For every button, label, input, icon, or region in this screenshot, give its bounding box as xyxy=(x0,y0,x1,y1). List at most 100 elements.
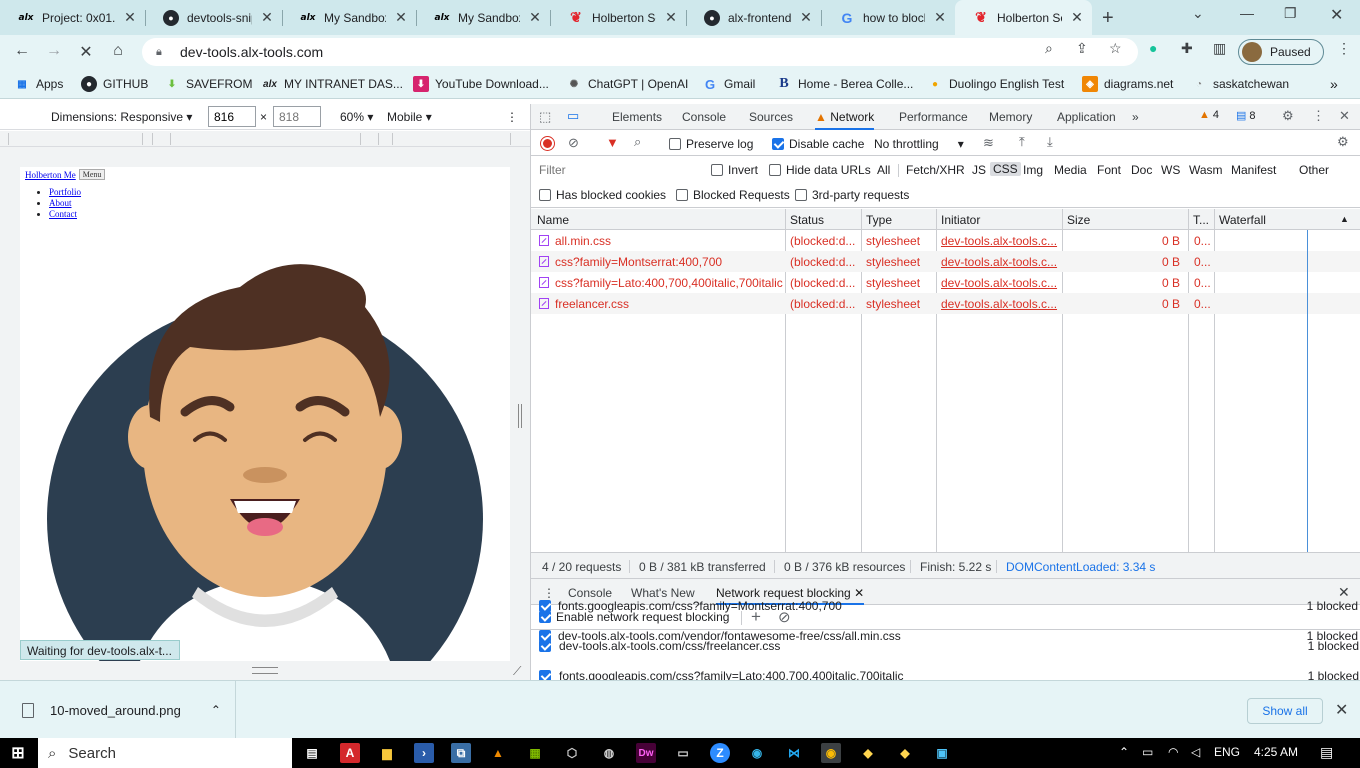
bookmark-saskatchewan[interactable]: ◔ saskatchewan xyxy=(1191,76,1289,92)
blocked-requests-checkbox[interactable]: Blocked Requests xyxy=(676,188,790,202)
battery-icon[interactable]: ▭ xyxy=(1142,745,1153,759)
column-time[interactable]: T... xyxy=(1193,213,1209,227)
browser-tab[interactable]: alx Project: 0x01. ✕ xyxy=(0,0,145,35)
powershell-icon[interactable]: › xyxy=(414,743,434,763)
vscode-icon[interactable]: ⋈ xyxy=(784,743,804,763)
remote-desktop-icon[interactable]: ⧉ xyxy=(451,743,471,763)
filter-type-all[interactable]: All xyxy=(877,163,890,177)
request-initiator-link[interactable]: dev-tools.alx-tools.c... xyxy=(941,276,1061,290)
home-icon[interactable]: ⌂ xyxy=(108,42,128,60)
column-name[interactable]: Name xyxy=(537,213,569,227)
profile-button[interactable]: Paused xyxy=(1238,39,1324,65)
share-icon[interactable]: ⇪ xyxy=(1076,40,1088,57)
tab-elements[interactable]: Elements xyxy=(612,110,662,124)
devtools-menu-icon[interactable]: ⋮ xyxy=(1312,108,1325,124)
table-row[interactable]: css?family=Lato:400,700,400italic,700ita… xyxy=(531,272,1360,293)
tab-search-chevron-icon[interactable]: ⌄ xyxy=(1192,5,1204,22)
bookmark-diagrams[interactable]: ◈ diagrams.net xyxy=(1082,76,1173,92)
import-har-icon[interactable]: ⤒ xyxy=(1019,134,1025,150)
filter-icon[interactable]: ▼ xyxy=(606,135,619,150)
bookmark-youtube-downloader[interactable]: ⬇ YouTube Download... xyxy=(413,76,549,92)
more-tabs-icon[interactable]: » xyxy=(1132,110,1139,124)
nav-link-portfolio[interactable]: Portfolio xyxy=(49,187,81,197)
nav-link-about[interactable]: About xyxy=(49,198,72,208)
hide-data-urls-checkbox[interactable]: Hide data URLs xyxy=(769,163,871,177)
search-icon[interactable]: ⌕ xyxy=(1045,40,1053,57)
show-hidden-icons-icon[interactable]: ⌃ xyxy=(1119,745,1129,759)
inspect-element-icon[interactable]: ⬚ xyxy=(539,109,551,125)
filter-type-js[interactable]: JS xyxy=(972,163,986,177)
stop-loading-button[interactable]: ✕ xyxy=(76,42,96,62)
filter-type-fetch-xhr[interactable]: Fetch/XHR xyxy=(906,163,965,177)
forward-button[interactable]: → xyxy=(44,42,64,60)
virtualbox-icon[interactable]: ⬡ xyxy=(562,743,582,763)
close-tab-icon[interactable]: ✕ xyxy=(799,9,813,26)
checkbox[interactable] xyxy=(772,138,784,150)
table-row[interactable]: freelancer.css (blocked:d... stylesheet … xyxy=(531,293,1360,314)
grammarly-icon[interactable]: ● xyxy=(1149,40,1157,56)
bookmark-duolingo[interactable]: ● Duolingo English Test xyxy=(927,76,1064,92)
vlc-icon[interactable]: ▲ xyxy=(488,743,508,763)
tab-sources[interactable]: Sources xyxy=(749,110,793,124)
close-tab-icon[interactable]: ✕ xyxy=(260,9,274,26)
filter-type-font[interactable]: Font xyxy=(1097,163,1121,177)
close-tab-icon[interactable]: ✕ xyxy=(933,9,947,26)
record-button[interactable] xyxy=(541,137,554,150)
filter-type-manifest[interactable]: Manifest xyxy=(1231,163,1276,177)
zoom-icon[interactable]: Z xyxy=(710,743,730,763)
task-view-icon[interactable]: ▤ xyxy=(302,743,322,763)
git-bash-icon[interactable]: ◆ xyxy=(895,743,915,763)
viewport-side-resize-handle[interactable] xyxy=(518,404,522,428)
column-type[interactable]: Type xyxy=(866,213,892,227)
bookmark-github[interactable]: ● GITHUB xyxy=(81,76,148,92)
request-initiator-link[interactable]: dev-tools.alx-tools.c... xyxy=(941,297,1061,311)
table-row[interactable]: css?family=Montserrat:400,700 (blocked:d… xyxy=(531,251,1360,272)
browser-menu-icon[interactable]: ⋮ xyxy=(1337,40,1351,57)
new-tab-button[interactable]: + xyxy=(1102,7,1114,30)
edge-icon[interactable]: ◉ xyxy=(747,743,767,763)
show-all-downloads-button[interactable]: Show all xyxy=(1247,698,1323,724)
volume-icon[interactable]: ◁ xyxy=(1191,745,1200,759)
close-window-button[interactable]: ✕ xyxy=(1330,5,1343,25)
settings-app-icon[interactable]: ◍ xyxy=(599,743,619,763)
system-clock[interactable]: 4:25 AM xyxy=(1254,745,1298,759)
blocked-pattern-row[interactable]: fonts.googleapis.com/css?family=Montserr… xyxy=(530,591,1360,621)
tab-memory[interactable]: Memory xyxy=(989,110,1032,124)
bookmark-gmail[interactable]: G Gmail xyxy=(702,76,755,92)
restore-window-button[interactable]: ❐ xyxy=(1284,5,1297,22)
settings-gear-icon[interactable]: ⚙ xyxy=(1282,108,1294,124)
browser-tab-active[interactable]: ❦ Holberton Sc ✕ xyxy=(955,0,1092,35)
device-height-input[interactable] xyxy=(273,106,321,127)
clear-icon[interactable]: ⊘ xyxy=(568,135,579,151)
download-item[interactable]: 10-moved_around.png ⌃ xyxy=(0,681,236,739)
invert-checkbox[interactable]: Invert xyxy=(711,163,758,177)
bookmark-intranet[interactable]: alx MY INTRANET DAS... xyxy=(262,76,403,92)
back-button[interactable]: ← xyxy=(12,42,32,60)
close-tab-icon[interactable]: ✕ xyxy=(1070,9,1084,26)
messages-badge[interactable]: ▤ 8 xyxy=(1236,109,1256,123)
device-width-input[interactable] xyxy=(208,106,256,127)
viewport-corner-resize-handle[interactable]: ⟋ xyxy=(513,664,521,679)
export-har-icon[interactable]: ⤓ xyxy=(1047,134,1053,150)
checkbox[interactable] xyxy=(669,138,681,150)
checkbox[interactable] xyxy=(676,189,688,201)
browser-tab[interactable]: alx My Sandboxe ✕ xyxy=(282,0,416,35)
sort-ascending-icon[interactable]: ▲ xyxy=(1340,214,1349,224)
request-initiator-link[interactable]: dev-tools.alx-tools.c... xyxy=(941,255,1061,269)
address-bar[interactable]: 🔒︎ dev-tools.alx-tools.com xyxy=(142,38,1138,66)
taskbar-search-box[interactable]: ⌕ Search xyxy=(38,738,292,768)
network-settings-gear-icon[interactable]: ⚙ xyxy=(1337,134,1349,150)
close-tab-icon[interactable]: ✕ xyxy=(394,9,408,26)
browser-tab[interactable]: alx My Sandboxe ✕ xyxy=(416,0,550,35)
search-icon[interactable]: ⌕ xyxy=(634,134,641,150)
bookmark-chatgpt[interactable]: ✺ ChatGPT | OpenAI xyxy=(566,76,688,92)
request-initiator-link[interactable]: dev-tools.alx-tools.c... xyxy=(941,234,1061,248)
site-info-icon[interactable]: 🔒︎ xyxy=(156,46,172,59)
browser-tab[interactable]: G how to block ✕ xyxy=(821,0,955,35)
device-mode-dropdown[interactable]: Mobile ▾ xyxy=(387,110,432,124)
filter-type-other[interactable]: Other xyxy=(1299,163,1329,177)
column-initiator[interactable]: Initiator xyxy=(941,213,980,227)
side-panel-icon[interactable]: ▥ xyxy=(1213,40,1226,57)
device-toolbar-toggle-icon[interactable]: ▭ xyxy=(567,108,579,124)
checkbox[interactable] xyxy=(795,189,807,201)
